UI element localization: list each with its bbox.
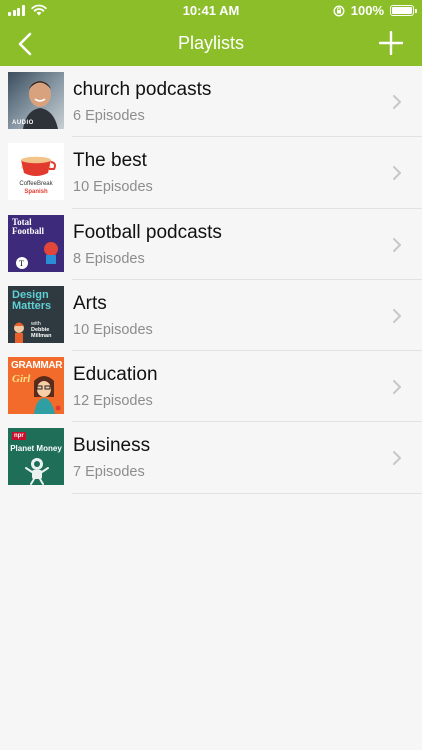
chevron-right-icon [393,451,401,466]
playlist-episode-count: 8 Episodes [73,250,145,267]
astronaut-illustration [25,458,49,486]
battery-percent: 100% [350,3,384,18]
chevron-right-icon [393,380,401,395]
playlist-artwork: GRAMMAR Girl [8,357,64,415]
playlist-row-arts[interactable]: Design Matters with Debbie Millman Arts … [0,280,422,352]
chevron-right-icon [393,237,401,252]
playlist-artwork: npr Planet Money [8,428,64,486]
playlist-artwork: Total Football T [8,214,64,272]
playlist-title: Business [73,435,151,457]
chevron-right-icon [393,95,401,109]
orientation-lock-icon [333,4,345,17]
playlist-episode-count: 10 Episodes [73,179,153,196]
playlist-episode-count: 6 Episodes [73,108,145,124]
artwork-subtitle: Spanish [24,189,48,196]
svg-text:T: T [19,259,24,268]
playlist-title: Education [73,364,158,386]
playlist-artwork: AUDIO [8,72,64,129]
playlist-artwork: Design Matters with Debbie Millman [8,285,64,343]
playlist-row-education[interactable]: GRAMMAR Girl Education 12 Episodes [0,351,422,423]
plus-icon [379,31,403,55]
girl-illustration [34,376,61,415]
artwork-title: CoffeeBreak [19,181,53,188]
playlist-title: Football podcasts [73,221,222,243]
playlist-row-church-podcasts[interactable]: AUDIO church podcasts 6 Episodes [0,66,422,138]
nav-bar: Playlists [0,22,422,66]
status-right: 100% [333,3,417,18]
playlist-list: AUDIO church podcasts 6 Episodes CoffeeB… [0,66,422,494]
football-illustration: T [16,241,58,269]
playlist-title: church podcasts [73,79,212,100]
top-bar: 10:41 AM 100% Playlists [0,0,422,66]
add-playlist-button[interactable] [376,27,406,59]
playlist-episode-count: 12 Episodes [73,393,153,410]
battery-icon [390,5,417,16]
playlist-row-the-best[interactable]: CoffeeBreak Spanish The best 10 Episodes [0,137,422,209]
page-title: Playlists [177,33,244,53]
artwork-caption: AUDIO [12,120,34,126]
chevron-right-icon [393,166,401,181]
playlist-episode-count: 7 Episodes [73,464,145,481]
row-divider [72,492,422,494]
chevron-right-icon [393,308,401,323]
playlist-row-football-podcasts[interactable]: Total Football T Football podcasts 8 Epi… [0,209,422,280]
artwork-host-last: Millman [31,332,52,339]
playlist-title: Arts [73,292,107,314]
status-bar: 10:41 AM 100% [0,0,422,22]
playlist-row-business[interactable]: npr Planet Money Business 7 Episodes [0,422,422,494]
playlist-episode-count: 10 Episodes [73,321,153,338]
playlist-artwork: CoffeeBreak Spanish [8,143,64,201]
playlist-title: The best [73,150,147,172]
